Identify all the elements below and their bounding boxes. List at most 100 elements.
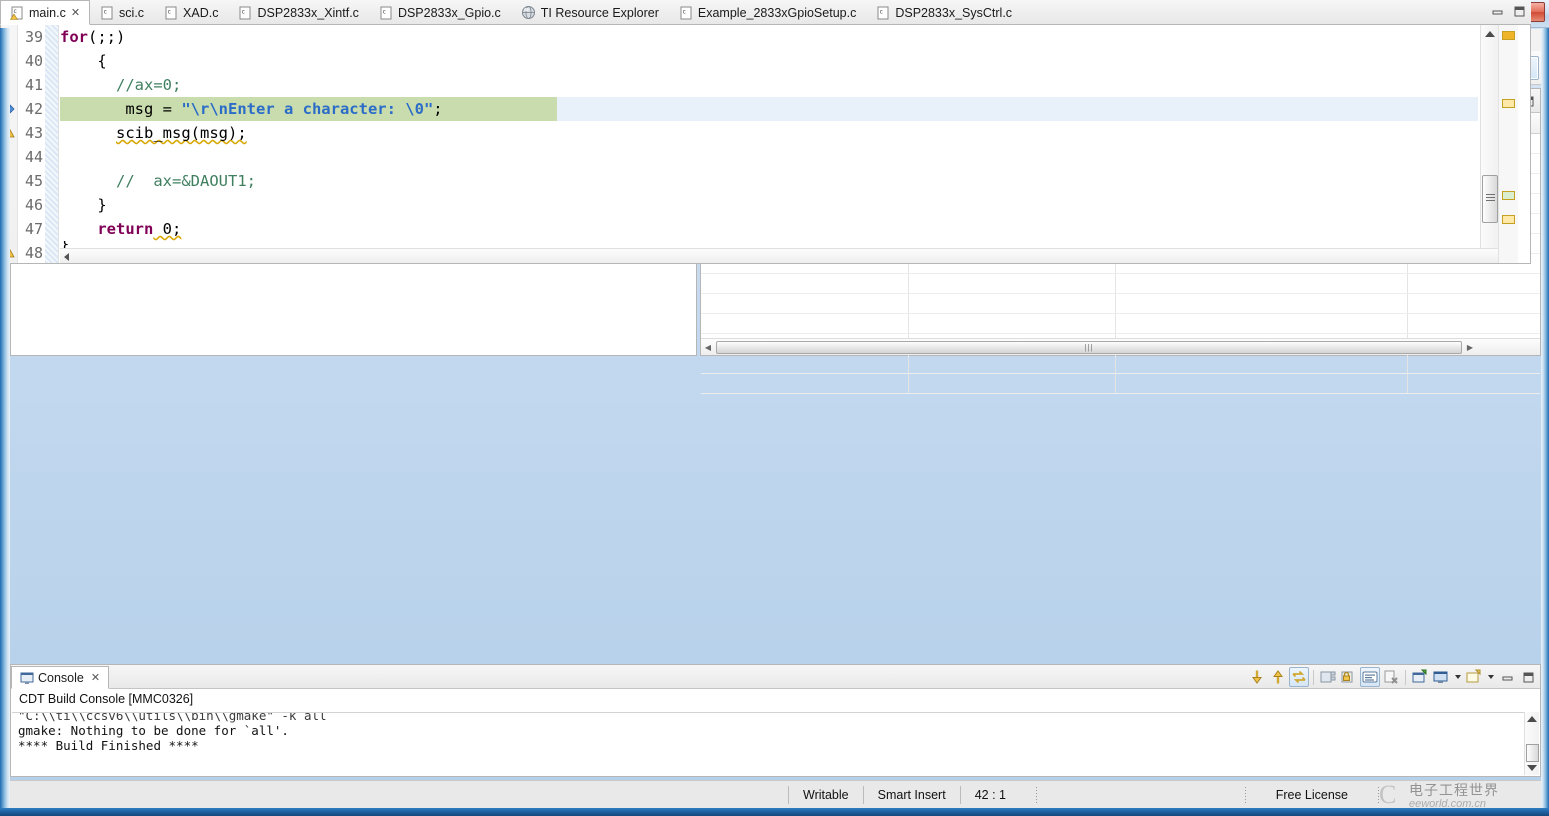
expressions-horizontal-scrollbar[interactable]: ◀ ||| ▶ bbox=[701, 338, 1540, 355]
code-text: msg = bbox=[60, 100, 182, 118]
console-tab-icon bbox=[20, 671, 34, 685]
table-row-empty bbox=[701, 374, 1540, 394]
table-row-empty bbox=[701, 294, 1540, 314]
code-string: "\r\nEnter a character: \0" bbox=[181, 100, 434, 118]
code-line: // ax=&DAOUT1; bbox=[60, 169, 1478, 193]
code-warning-text: scib_msg(msg); bbox=[116, 124, 247, 142]
status-grip[interactable] bbox=[1244, 786, 1246, 803]
code-keyword: return bbox=[97, 220, 154, 238]
code-comment: //ax=0; bbox=[116, 76, 182, 94]
code-text: ; bbox=[433, 100, 443, 118]
clear-console-icon[interactable] bbox=[1318, 667, 1338, 687]
scroll-up-icon[interactable] bbox=[1527, 716, 1537, 722]
close-icon[interactable]: ✕ bbox=[71, 6, 80, 19]
code-line-current[interactable]: msg = "\r\nEnter a character: \0"; bbox=[60, 97, 1478, 121]
console-line: **** Build Finished **** bbox=[18, 738, 199, 753]
overview-marker[interactable] bbox=[1502, 191, 1515, 200]
maximize-icon[interactable] bbox=[1509, 1, 1529, 21]
status-grip[interactable] bbox=[1378, 786, 1379, 803]
code-comment: // ax=&DAOUT1; bbox=[116, 172, 256, 190]
scroll-lock-down-icon[interactable] bbox=[1247, 667, 1267, 687]
code-keyword: for bbox=[60, 28, 88, 46]
scroll-lock-up-icon[interactable] bbox=[1268, 667, 1288, 687]
editor-tab-label: sci.c bbox=[119, 5, 145, 20]
minimize-icon[interactable] bbox=[1497, 667, 1517, 687]
code-line: return 0; bbox=[60, 217, 1478, 241]
status-insert-mode: Smart Insert bbox=[877, 787, 946, 802]
editor-folding-gutter[interactable] bbox=[45, 25, 59, 263]
minimize-icon[interactable] bbox=[1487, 1, 1507, 21]
editor-toolbar bbox=[1487, 1, 1529, 21]
application-window: CCS Debug - MMC0326/main.c - Code Compos… bbox=[0, 0, 1549, 816]
scroll-lock-icon[interactable] bbox=[1289, 667, 1309, 687]
status-writable: Writable bbox=[803, 787, 849, 802]
editor-overview-ruler[interactable] bbox=[1498, 25, 1518, 263]
open-console-icon[interactable] bbox=[1410, 667, 1430, 687]
code-line: for(;;) bbox=[60, 25, 1478, 49]
overview-marker[interactable] bbox=[1502, 215, 1515, 224]
console-title: CDT Build Console [MMC0326] bbox=[19, 692, 194, 706]
overview-marker[interactable] bbox=[1502, 99, 1515, 108]
console-view-tabstrip: Console ✕ bbox=[11, 665, 1540, 689]
console-output[interactable]: "C:\\ti\\ccsv6\\utils\\bin\\gmake" -k al… bbox=[12, 712, 1525, 775]
editor-tab-ti-resource-explorer[interactable]: TI Resource Explorer bbox=[511, 0, 669, 24]
new-console-icon[interactable] bbox=[1464, 667, 1484, 687]
line-number: 47 bbox=[24, 220, 43, 238]
new-dropdown-icon[interactable] bbox=[1485, 665, 1496, 689]
console-view: Console ✕ CDT Build Console [MMC0326] "C… bbox=[10, 664, 1541, 777]
tab-console[interactable]: Console ✕ bbox=[11, 666, 110, 689]
close-icon[interactable]: ✕ bbox=[91, 671, 100, 684]
window-frame-left bbox=[0, 28, 10, 808]
editor-tab-label: XAD.c bbox=[183, 5, 219, 20]
overview-marker[interactable] bbox=[1502, 31, 1515, 40]
editor-tab-main-c[interactable]: c main.c ✕ bbox=[0, 0, 91, 25]
line-number: 39 bbox=[24, 28, 43, 46]
scroll-left-icon[interactable]: ◀ bbox=[701, 343, 715, 352]
editor-vertical-scrollbar[interactable] bbox=[1480, 25, 1498, 263]
editor-tab-dsp2833x-xintf-c[interactable]: c DSP2833x_Xintf.c bbox=[228, 0, 368, 24]
source-editor[interactable]: 39 40 41 42 43 44 45 46 47 48 for(;;) { … bbox=[0, 25, 1531, 264]
editor-tab-xad-c[interactable]: c XAD.c bbox=[154, 0, 228, 24]
line-number: 40 bbox=[24, 52, 43, 70]
code-line: //ax=0; bbox=[60, 73, 1478, 97]
editor-tab-sci-c[interactable]: c sci.c bbox=[90, 0, 154, 24]
show-console-icon[interactable] bbox=[1360, 667, 1380, 687]
line-number: 42 bbox=[24, 100, 43, 118]
line-number: 41 bbox=[24, 76, 43, 94]
maximize-icon[interactable] bbox=[1518, 667, 1538, 687]
status-grip[interactable] bbox=[1035, 786, 1037, 803]
scroll-up-icon[interactable] bbox=[1485, 31, 1495, 37]
scrollbar-thumb[interactable] bbox=[1482, 175, 1498, 223]
display-console-icon[interactable] bbox=[1431, 667, 1451, 687]
editor-tab-example-2833xgpiosetup-c[interactable]: c Example_2833xGpioSetup.c bbox=[669, 0, 866, 24]
editor-tab-dsp2833x-gpio-c[interactable]: c DSP2833x_Gpio.c bbox=[369, 0, 511, 24]
line-number: 43 bbox=[24, 124, 43, 142]
status-license: Free License bbox=[1275, 787, 1348, 802]
line-number: 44 bbox=[24, 148, 43, 166]
remove-console-icon[interactable] bbox=[1381, 667, 1401, 687]
editor-code-area[interactable]: for(;;) { //ax=0; msg = "\r\nEnter a cha… bbox=[60, 25, 1478, 263]
display-dropdown-icon[interactable] bbox=[1452, 665, 1463, 689]
scroll-down-icon[interactable] bbox=[1527, 765, 1537, 771]
table-row-empty bbox=[701, 354, 1540, 374]
console-vertical-scrollbar[interactable] bbox=[1524, 712, 1539, 775]
scrollbar-thumb[interactable]: ||| bbox=[716, 340, 1462, 354]
svg-text:c: c bbox=[103, 8, 107, 15]
window-frame-right bbox=[1541, 28, 1549, 808]
editor-tab-label: DSP2833x_SysCtrl.c bbox=[895, 5, 1013, 20]
code-text: (;;) bbox=[88, 28, 126, 46]
scroll-right-icon[interactable]: ▶ bbox=[1463, 343, 1477, 352]
editor-tab-label: main.c bbox=[29, 5, 66, 20]
editor-tab-dsp2833x-sysctrl-c[interactable]: c DSP2833x_SysCtrl.c bbox=[866, 0, 1022, 24]
c-file-icon: c bbox=[876, 6, 890, 20]
editor-tab-label: DSP2833x_Gpio.c bbox=[397, 5, 501, 20]
lock-console-icon[interactable] bbox=[1339, 667, 1359, 687]
editor-horizontal-scrollbar[interactable] bbox=[60, 248, 1498, 263]
line-number: 45 bbox=[24, 172, 43, 190]
scroll-left-icon[interactable] bbox=[64, 253, 69, 261]
scrollbar-thumb[interactable] bbox=[1526, 744, 1539, 762]
